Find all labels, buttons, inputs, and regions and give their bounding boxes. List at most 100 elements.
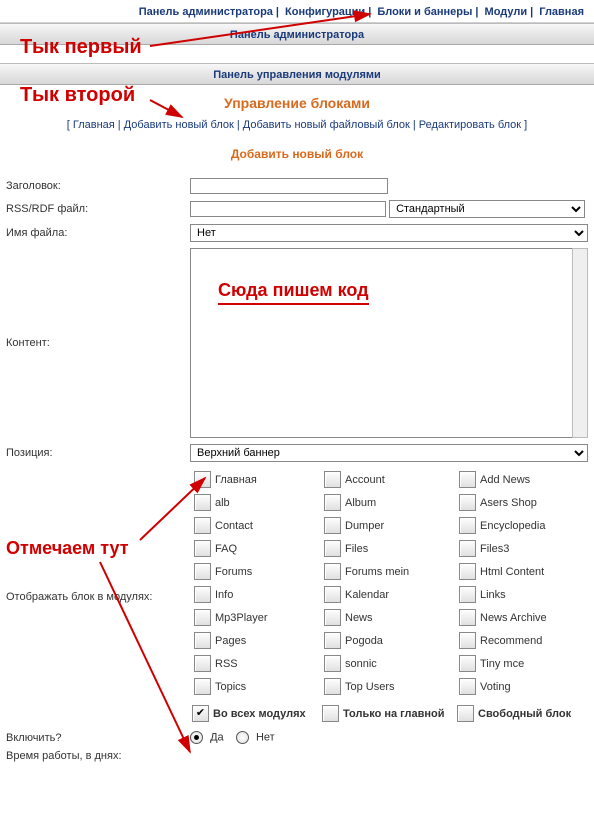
label-enable: Включить? <box>0 728 184 747</box>
checkbox-module[interactable] <box>459 586 476 603</box>
page-title: Управление блоками <box>0 85 594 119</box>
checkbox-module[interactable] <box>194 471 211 488</box>
module-label: Top Users <box>345 681 395 693</box>
module-label: Recommend <box>480 635 542 647</box>
checkbox-module[interactable] <box>194 609 211 626</box>
module-label: Pages <box>215 635 246 647</box>
module-label: Voting <box>480 681 511 693</box>
position-select[interactable]: Верхний баннер <box>190 444 588 462</box>
nav-blocks-banners[interactable]: Блоки и баннеры <box>377 6 472 18</box>
checkbox-module[interactable] <box>459 471 476 488</box>
nav-config[interactable]: Конфигурации <box>285 6 365 18</box>
checkbox-module[interactable] <box>324 517 341 534</box>
checkbox-module[interactable] <box>459 632 476 649</box>
label-filename: Имя файла: <box>0 221 184 245</box>
checkbox-module[interactable] <box>194 563 211 580</box>
nav-home[interactable]: Главная <box>539 6 584 18</box>
subnav-home[interactable]: Главная <box>73 119 115 131</box>
label-no: Нет <box>256 731 275 743</box>
top-nav: Панель администратора| Конфигурации| Бло… <box>0 0 594 23</box>
label-content: Контент: <box>0 245 184 441</box>
module-label: RSS <box>215 658 238 670</box>
checkbox-module[interactable] <box>324 609 341 626</box>
module-label: Encyclopedia <box>480 520 545 532</box>
module-label: Tiny mce <box>480 658 524 670</box>
label-rss: RSS/RDF файл: <box>0 197 184 221</box>
module-label: Forums mein <box>345 566 409 578</box>
label-all-modules: Во всех модулях <box>213 708 306 720</box>
checkbox-module[interactable] <box>194 586 211 603</box>
checkbox-module[interactable] <box>194 632 211 649</box>
title-input[interactable] <box>190 178 388 194</box>
module-label: Topics <box>215 681 246 693</box>
nav-modules[interactable]: Модули <box>485 6 528 18</box>
module-label: Forums <box>215 566 252 578</box>
breadcrumb-bar-1: Панель администратора <box>0 23 594 45</box>
subnav-add-block[interactable]: Добавить новый блок <box>124 119 234 131</box>
checkbox-module[interactable] <box>324 563 341 580</box>
checkbox-module[interactable] <box>194 540 211 557</box>
subnav-edit-block[interactable]: Редактировать блок <box>419 119 521 131</box>
label-worktime: Время работы, в днях: <box>0 747 184 765</box>
module-label: Add News <box>480 474 530 486</box>
checkbox-module[interactable] <box>324 632 341 649</box>
module-label: Links <box>480 589 506 601</box>
checkbox-module[interactable] <box>324 678 341 695</box>
label-position: Позиция: <box>0 441 184 465</box>
checkbox-module[interactable] <box>459 655 476 672</box>
checkbox-module[interactable] <box>194 517 211 534</box>
module-label: FAQ <box>215 543 237 555</box>
module-label: Html Content <box>480 566 544 578</box>
checkbox-module[interactable] <box>324 494 341 511</box>
module-grid: Главная Account Add News alb Album Asers Shop… <box>190 468 588 698</box>
module-label: sonnic <box>345 658 377 670</box>
checkbox-home-only[interactable] <box>322 705 339 722</box>
rss-type-select[interactable]: Стандартный <box>389 200 585 218</box>
module-label: News <box>345 612 373 624</box>
module-label: Contact <box>215 520 253 532</box>
rss-input[interactable] <box>190 201 386 217</box>
checkbox-module[interactable] <box>459 563 476 580</box>
checkbox-module[interactable] <box>324 471 341 488</box>
checkbox-module[interactable] <box>194 494 211 511</box>
module-label: Asers Shop <box>480 497 537 509</box>
module-label: Album <box>345 497 376 509</box>
checkbox-module[interactable] <box>459 540 476 557</box>
module-label: News Archive <box>480 612 547 624</box>
breadcrumb-bar-2: Панель управления модулями <box>0 63 594 85</box>
module-label: alb <box>215 497 230 509</box>
module-label: Kalendar <box>345 589 389 601</box>
module-label: Files <box>345 543 368 555</box>
checkbox-free-block[interactable] <box>457 705 474 722</box>
checkbox-module[interactable] <box>459 494 476 511</box>
checkbox-module[interactable] <box>459 609 476 626</box>
label-title: Заголовок: <box>0 175 184 197</box>
sub-nav: [ Главная | Добавить новый блок | Добави… <box>0 119 594 137</box>
section-title: Добавить новый блок <box>0 137 594 175</box>
module-label: Info <box>215 589 233 601</box>
subnav-add-file-block[interactable]: Добавить новый файловый блок <box>243 119 410 131</box>
checkbox-module[interactable] <box>459 678 476 695</box>
radio-enable-no[interactable] <box>236 731 249 744</box>
module-label: Dumper <box>345 520 384 532</box>
radio-enable-yes[interactable] <box>190 731 203 744</box>
module-label: Pogoda <box>345 635 383 647</box>
nav-admin-panel[interactable]: Панель администратора <box>139 6 273 18</box>
module-label: Account <box>345 474 385 486</box>
checkbox-all-modules[interactable] <box>192 705 209 722</box>
content-textarea[interactable] <box>190 248 572 438</box>
label-showin: Отображать блок в модулях: <box>0 465 184 728</box>
label-free-block: Свободный блок <box>478 708 571 720</box>
label-home-only: Только на главной <box>343 708 444 720</box>
filename-select[interactable]: Нет <box>190 224 588 242</box>
checkbox-module[interactable] <box>459 517 476 534</box>
module-label: Mp3Player <box>215 612 268 624</box>
checkbox-module[interactable] <box>324 540 341 557</box>
checkbox-module[interactable] <box>324 655 341 672</box>
module-label: Главная <box>215 474 257 486</box>
checkbox-module[interactable] <box>324 586 341 603</box>
scrollbar[interactable] <box>572 248 588 438</box>
checkbox-module[interactable] <box>194 655 211 672</box>
label-yes: Да <box>210 731 224 743</box>
checkbox-module[interactable] <box>194 678 211 695</box>
